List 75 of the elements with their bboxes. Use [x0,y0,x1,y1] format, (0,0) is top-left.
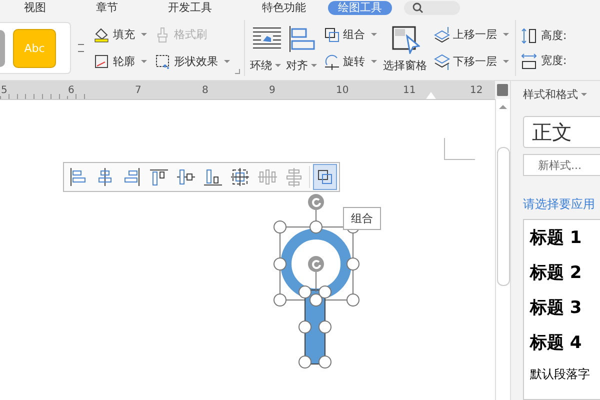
ribbon-tab[interactable]: 开发工具 [162,1,218,15]
align-right-icon [122,167,142,187]
ribbon-button[interactable]: 组合 [321,25,379,44]
ribbon-tab[interactable]: 视图 [18,1,52,15]
width-icon [520,52,537,69]
style-item[interactable]: 标题 1 [530,226,600,249]
caret-icon [581,93,587,96]
ribbon-button[interactable]: 形状效果 [152,52,232,71]
gallery-more-icon[interactable] [78,44,84,52]
new-style-button[interactable]: 新样式... [523,154,600,176]
caret-icon [311,64,317,66]
search-field[interactable] [404,1,460,15]
ribbon-button[interactable]: 环绕 [249,22,282,74]
tooltip: 组合 [343,207,381,230]
square-outline-icon [93,53,110,70]
caret-icon [371,60,377,63]
align-middle-icon [176,167,196,187]
layers-up-icon [433,26,450,43]
ribbon-tab[interactable]: 章节 [90,1,124,15]
ruler-toggle-icon[interactable] [497,84,508,96]
caret-icon [503,60,509,63]
distribute-h-icon [257,167,277,187]
ribbon-button[interactable]: 对齐 [285,22,318,74]
pointer-window-icon [390,24,420,54]
style-swatch[interactable] [0,30,5,66]
ruler-number: 10 [335,84,350,96]
layers-down-icon [433,53,450,70]
caret-icon [141,60,147,63]
caret-icon [224,60,230,63]
align-top-icon [149,167,169,187]
ribbon-tab[interactable]: 特色功能 [256,1,312,15]
distribute-v-icon [284,167,304,187]
caret-icon [503,33,509,36]
ruler-number: 11 [402,84,417,96]
prompt-text: 请选择要应用 [523,196,596,213]
scroll-thumb[interactable] [496,147,510,286]
height-icon [520,27,537,44]
ruler-number: 6 [67,84,76,96]
group-icon [315,167,335,187]
size-label: 高度: [541,28,567,43]
caret-icon [141,33,147,36]
rotate-icon [323,53,340,70]
caret-icon [275,64,281,66]
ruler-number: 9 [268,84,276,96]
ribbon-button[interactable]: 填充 [91,25,149,44]
page-margin-mark [444,138,475,160]
size-label: 宽度: [541,53,567,68]
ruler-number: 12 [469,84,484,96]
search-icon [412,2,424,14]
fill-bucket-icon [93,26,110,43]
toolbar-button[interactable] [313,164,337,190]
ruler-number: 7 [134,84,142,96]
image-effects-icon [154,53,171,70]
ribbon-button[interactable]: 选择窗格 [382,22,428,74]
scrollbar[interactable] [495,99,510,400]
align-bottom-icon [203,167,223,187]
style-item[interactable]: 标题 4 [530,331,600,354]
current-style-field[interactable]: 正文 [523,116,600,148]
ruler-number: 5 [0,84,8,96]
ribbon-button[interactable]: 下移一层 [431,52,511,71]
style-item[interactable]: 标题 3 [530,296,600,319]
ribbon-button[interactable]: 旋转 [321,52,379,71]
center-both-icon [230,167,250,187]
ribbon-button[interactable]: 上移一层 [431,25,511,44]
style-item[interactable]: 默认段落字 [530,366,600,383]
style-item[interactable]: 标题 2 [530,261,600,284]
dialog-launcher-icon[interactable] [235,69,240,74]
scroll-up-icon[interactable] [499,105,507,109]
ruler-number: 8 [201,84,210,96]
panel-title[interactable]: 样式和格式 [523,87,600,102]
caret-icon [371,33,377,36]
ribbon-button[interactable]: 轮廓 [91,52,149,71]
group-icon [323,26,340,43]
align-icon [286,24,316,54]
align-left-icon [68,167,88,187]
